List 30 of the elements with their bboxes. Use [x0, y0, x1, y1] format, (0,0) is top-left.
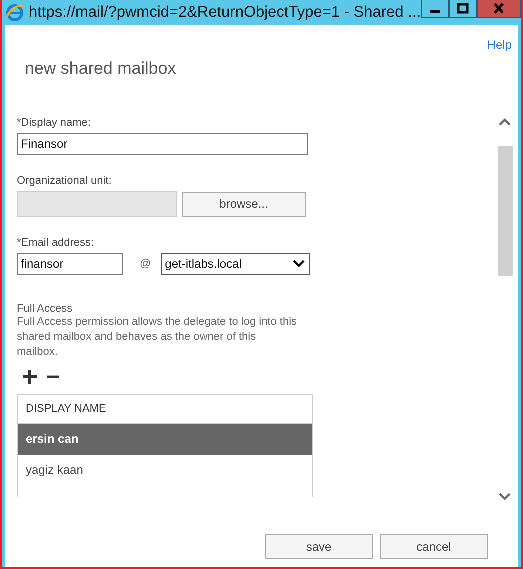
at-sign: @: [140, 258, 152, 270]
minimize-icon: [430, 10, 440, 13]
maximize-button[interactable]: [449, 0, 477, 18]
window-title: https://mail/?pwmcid=2&ReturnObjectType=1 - Shared ...: [29, 4, 421, 22]
save-button[interactable]: save: [265, 534, 373, 559]
close-icon: [492, 2, 506, 14]
browser-logo-icon: [5, 2, 25, 22]
organizational-unit-field[interactable]: [17, 191, 177, 217]
field-label: *Display name:: [17, 117, 91, 129]
add-icon[interactable]: [23, 370, 37, 384]
maximize-icon: [456, 2, 470, 14]
cancel-button[interactable]: cancel: [380, 534, 488, 559]
section-title: Full Access: [17, 303, 73, 315]
section-description: Full Access permission allows the delegate to log into this shared mailbox and behaves as the owner of this mailbox.: [17, 315, 298, 360]
minimize-button[interactable]: [421, 0, 449, 18]
display-name-field[interactable]: Finansor: [17, 133, 308, 155]
scroll-up-icon[interactable]: [498, 117, 512, 127]
help-link[interactable]: Help: [487, 38, 512, 56]
chevron-down-icon: [292, 259, 306, 269]
list-row[interactable]: yagiz kaan: [18, 455, 312, 486]
email-alias-field[interactable]: finansor: [17, 253, 123, 275]
field-label: Organizational unit:: [17, 175, 112, 187]
dialog-title: new shared mailbox: [24, 59, 178, 79]
domain-dropdown[interactable]: get-itlabs.local: [161, 253, 310, 275]
list-row[interactable]: ersin can: [18, 424, 312, 455]
close-button[interactable]: [477, 0, 521, 18]
scroll-down-icon[interactable]: [498, 492, 512, 502]
browse-button[interactable]: browse...: [182, 192, 306, 216]
field-label: *Email address:: [17, 237, 94, 249]
scroll-thumb[interactable]: [498, 146, 512, 276]
